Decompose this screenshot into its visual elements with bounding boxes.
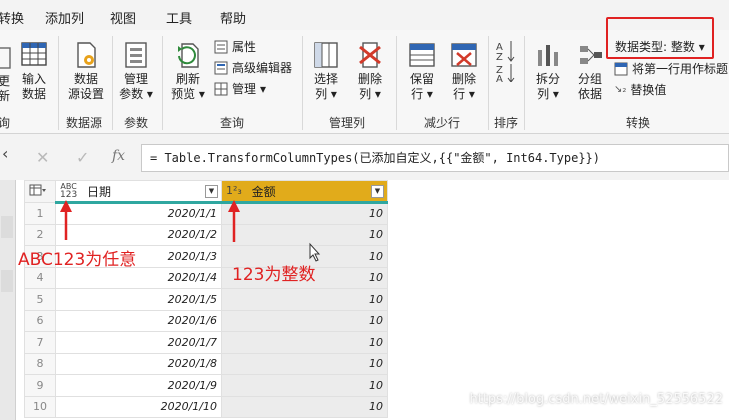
arrow-to-any-type bbox=[60, 200, 72, 240]
arrow-to-whole-number-type bbox=[228, 200, 240, 242]
watermark: https://blog.csdn.net/weixin_52556522 bbox=[469, 392, 723, 407]
mouse-cursor-icon bbox=[309, 242, 321, 262]
annotation-any-type: ABC123为任意 bbox=[18, 250, 137, 270]
annotation-whole-number: 123为整数 bbox=[232, 265, 316, 285]
annotation-arrows bbox=[60, 200, 321, 262]
